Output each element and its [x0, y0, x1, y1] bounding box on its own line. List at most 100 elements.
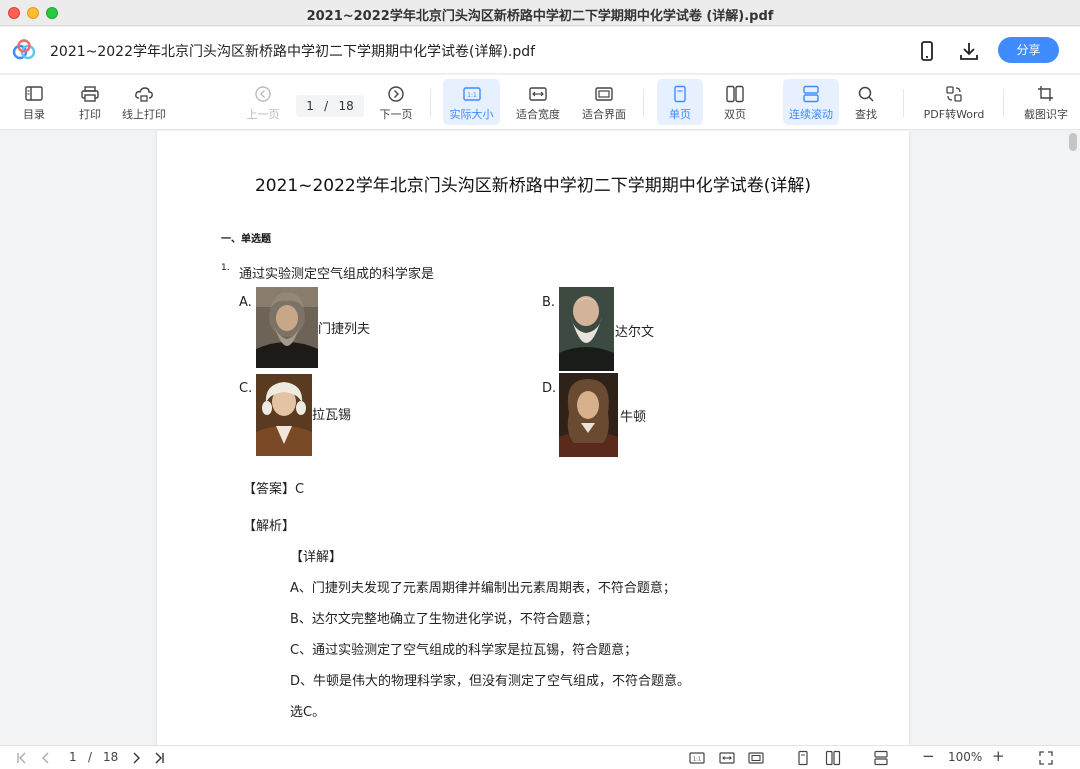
fit-width-icon[interactable] [719, 750, 735, 766]
answer-text: 【答案】C [243, 482, 305, 497]
option-b-name: 达尔文 [615, 325, 655, 340]
page-title: 2021~2022学年北京门头沟区新桥路中学初二下学期期中化学试卷(详解) [254, 176, 812, 196]
pdf-to-word-button[interactable]: PDF转Word [918, 79, 990, 125]
fullscreen-icon[interactable] [1038, 750, 1054, 766]
toolbar: 目录 打印 线上打印 上一页 1 / 18 下一页 1:1 实际大小 适合宽度 … [0, 75, 1080, 130]
zoom-in-button[interactable]: + [992, 747, 1005, 765]
continuous-scroll-icon[interactable] [873, 750, 889, 766]
option-c-name: 拉瓦锡 [312, 408, 352, 423]
zoom-out-button[interactable]: − [922, 747, 935, 765]
toc-button[interactable]: 目录 [14, 79, 54, 125]
total-pages: 18 [338, 99, 354, 113]
convert-icon [946, 86, 962, 102]
fit-width-button[interactable]: 适合宽度 [512, 79, 564, 125]
fit-page-icon [595, 87, 613, 101]
portrait-darwin [559, 287, 614, 371]
fit-width-label: 适合宽度 [516, 108, 560, 121]
explanation-d: D、牛顿是伟大的物理科学家，但没有测定了空气组成，不符合题意。 [290, 674, 691, 689]
double-page-icon [726, 85, 744, 103]
find-label: 查找 [855, 108, 877, 121]
current-page: 1 [306, 99, 314, 113]
print-label: 打印 [79, 108, 101, 121]
pdf-to-word-label: PDF转Word [923, 108, 985, 121]
print-button[interactable]: 打印 [70, 79, 110, 125]
status-total-pages: 18 [103, 750, 119, 764]
toolbar-divider [643, 89, 644, 117]
document-viewport[interactable]: 2021~2022学年北京门头沟区新桥路中学初二下学期期中化学试卷(详解) 一、… [0, 131, 1080, 745]
zoom-level[interactable]: 100% [948, 750, 982, 764]
search-icon [858, 86, 874, 102]
next-page-icon[interactable] [128, 750, 144, 766]
page-number-input[interactable]: 1 / 18 [296, 95, 364, 117]
option-a-letter: A. [239, 295, 252, 310]
prev-page-button[interactable]: 上一页 [243, 79, 283, 125]
detail-heading: 【详解】 [290, 550, 343, 565]
toolbar-divider [903, 89, 904, 117]
actual-size-button[interactable]: 1:1 实际大小 [443, 79, 500, 125]
option-c-letter: C. [239, 381, 253, 396]
ocr-screenshot-button[interactable]: 截图识字 [1018, 79, 1074, 125]
page-separator: / [324, 99, 329, 113]
online-print-label: 线上打印 [122, 108, 166, 121]
option-a-name: 门捷列夫 [318, 322, 371, 337]
explanation-a: A、门捷列夫发现了元素周期律并编制出元素周期表，不符合题意； [290, 581, 676, 596]
prev-page-icon[interactable] [38, 750, 54, 766]
crop-icon [1038, 86, 1053, 101]
portrait-newton [559, 373, 618, 457]
explanation-conclusion: 选C。 [290, 705, 326, 720]
prev-page-label: 上一页 [246, 108, 280, 121]
first-page-icon[interactable] [14, 750, 30, 766]
single-page-icon [674, 85, 686, 103]
cloud-print-icon [135, 87, 153, 102]
app-logo-icon [12, 39, 36, 60]
double-page-icon[interactable] [825, 750, 841, 766]
share-button[interactable]: 分享 [998, 37, 1059, 63]
fit-page-label: 适合界面 [582, 108, 626, 121]
single-page-icon[interactable] [795, 750, 811, 766]
single-page-label: 单页 [669, 108, 691, 121]
option-d-name: 牛顿 [620, 410, 647, 425]
printer-icon [81, 86, 99, 102]
fit-page-icon[interactable] [748, 750, 764, 766]
fit-page-button[interactable]: 适合界面 [578, 79, 630, 125]
status-current-page[interactable]: 1 [69, 750, 77, 764]
pdf-page: 2021~2022学年北京门头沟区新桥路中学初二下学期期中化学试卷(详解) 一、… [157, 131, 909, 745]
continuous-scroll-label: 连续滚动 [789, 108, 833, 121]
actual-size-icon[interactable]: 1:1 [689, 750, 705, 766]
double-page-label: 双页 [724, 108, 746, 121]
continuous-scroll-button[interactable]: 连续滚动 [783, 79, 839, 125]
document-title: 2021~2022学年北京门头沟区新桥路中学初二下学期期中化学试卷(详解).pd… [50, 44, 536, 60]
fit-width-icon [529, 87, 547, 101]
portrait-mendeleev [256, 287, 318, 368]
status-bar: 1 / 18 1:1 − 100% + [0, 745, 1080, 769]
next-circle-icon [388, 86, 404, 102]
option-b-letter: B. [542, 295, 556, 310]
window-titlebar: 2021~2022学年北京门头沟区新桥路中学初二下学期期中化学试卷 (详解).p… [0, 0, 1080, 26]
window-title: 2021~2022学年北京门头沟区新桥路中学初二下学期期中化学试卷 (详解).p… [306, 9, 774, 24]
svg-text:1:1: 1:1 [693, 757, 701, 763]
explanation-b: B、达尔文完整地确立了生物进化学说，不符合题意； [290, 612, 598, 627]
online-print-button[interactable]: 线上打印 [118, 79, 170, 125]
svg-text:1:1: 1:1 [467, 92, 477, 99]
explanation-c: C、通过实验测定了空气组成的科学家是拉瓦锡，符合题意； [290, 643, 638, 658]
document-header: 2021~2022学年北京门头沟区新桥路中学初二下学期期中化学试卷(详解).pd… [0, 27, 1080, 74]
mobile-phone-icon[interactable] [915, 39, 939, 63]
analysis-heading: 【解析】 [243, 519, 296, 534]
prev-circle-icon [255, 86, 271, 102]
download-icon[interactable] [957, 39, 981, 63]
single-page-button[interactable]: 单页 [657, 79, 703, 125]
last-page-icon[interactable] [151, 750, 167, 766]
find-button[interactable]: 查找 [846, 79, 886, 125]
vertical-scrollbar[interactable] [1069, 133, 1077, 151]
sidebar-toc-icon [25, 86, 43, 101]
ocr-screenshot-label: 截图识字 [1024, 108, 1068, 121]
option-d-letter: D. [542, 381, 557, 396]
next-page-button[interactable]: 下一页 [376, 79, 416, 125]
section-heading: 一、单选题 [221, 234, 271, 245]
question-number: 1. [221, 263, 230, 273]
actual-size-label: 实际大小 [449, 108, 494, 121]
double-page-button[interactable]: 双页 [713, 79, 757, 125]
continuous-scroll-icon [803, 85, 819, 103]
toc-label: 目录 [23, 108, 45, 121]
question-text: 通过实验测定空气组成的科学家是 [239, 267, 435, 282]
